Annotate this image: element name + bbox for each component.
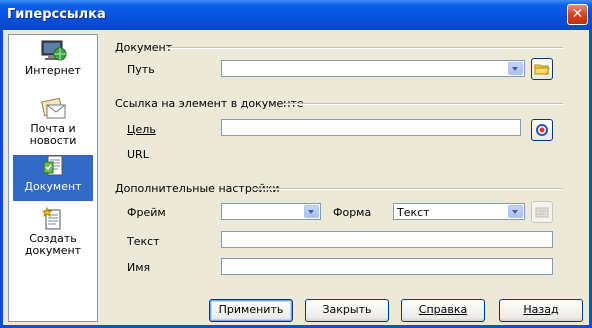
divider	[167, 47, 563, 49]
divider	[283, 103, 563, 105]
divider	[253, 188, 563, 190]
target-input[interactable]	[221, 119, 521, 136]
name-input[interactable]	[221, 258, 553, 275]
chevron-down-icon[interactable]	[508, 62, 523, 75]
mail-news-icon	[41, 97, 66, 119]
events-icon	[535, 207, 549, 218]
document-group-heading: Документ	[115, 41, 173, 54]
chevron-down-icon[interactable]	[304, 205, 319, 218]
sidebar-item-internet[interactable]: Интернет	[13, 39, 93, 93]
open-file-button[interactable]	[531, 58, 553, 80]
close-window-button[interactable]: ✕	[567, 4, 588, 25]
sidebar-item-label-line2: документ	[24, 244, 82, 257]
path-combo[interactable]	[221, 60, 525, 77]
target-label: Цель	[127, 123, 156, 136]
url-label: URL	[127, 148, 149, 161]
target-in-document-button[interactable]	[531, 119, 553, 141]
back-button[interactable]: Назад	[499, 299, 583, 322]
name-label: Имя	[127, 261, 151, 274]
new-document-icon	[41, 207, 61, 230]
sidebar-item-mail-news[interactable]: Почта и новости	[13, 97, 93, 151]
text-input[interactable]	[221, 231, 553, 248]
help-button[interactable]: Справка	[401, 299, 485, 322]
sidebar-item-document[interactable]: Документ	[13, 155, 93, 201]
form-label: Форма	[333, 206, 372, 219]
sidebar-item-label-line2: новости	[29, 134, 77, 147]
sidebar-item-label: Интернет	[25, 64, 81, 77]
text-label: Текст	[127, 235, 160, 248]
dialog-body: Интернет Почта и новости Документ Создат…	[3, 30, 589, 325]
folder-icon	[534, 64, 550, 75]
sidebar-item-new-document[interactable]: Создать документ	[13, 207, 93, 269]
document-icon	[43, 155, 63, 176]
target-icon	[536, 124, 548, 136]
events-button[interactable]	[531, 201, 553, 223]
target-group-heading: Ссылка на элемент в документе	[115, 97, 304, 110]
close-button[interactable]: Закрыть	[305, 299, 389, 322]
sidebar-item-label: Документ	[24, 180, 82, 193]
hyperlink-dialog: Гиперссылка ✕ Интернет Почта и новости Д…	[0, 0, 592, 328]
path-label: Путь	[127, 63, 155, 76]
hyperlink-type-list: Интернет Почта и новости Документ Создат…	[8, 34, 98, 322]
chevron-down-icon[interactable]	[508, 205, 523, 218]
frame-combo[interactable]	[221, 203, 321, 220]
form-select[interactable]: Текст	[393, 203, 525, 220]
apply-button[interactable]: Применить	[209, 299, 293, 322]
window-title: Гиперссылка	[7, 7, 106, 22]
title-bar[interactable]: Гиперссылка ✕	[0, 0, 592, 30]
internet-globe-icon	[41, 40, 67, 61]
frame-label: Фрейм	[127, 206, 166, 219]
main-panel: Документ Путь Ссылка на элемент в докуме…	[103, 30, 589, 325]
form-value: Текст	[397, 206, 430, 219]
